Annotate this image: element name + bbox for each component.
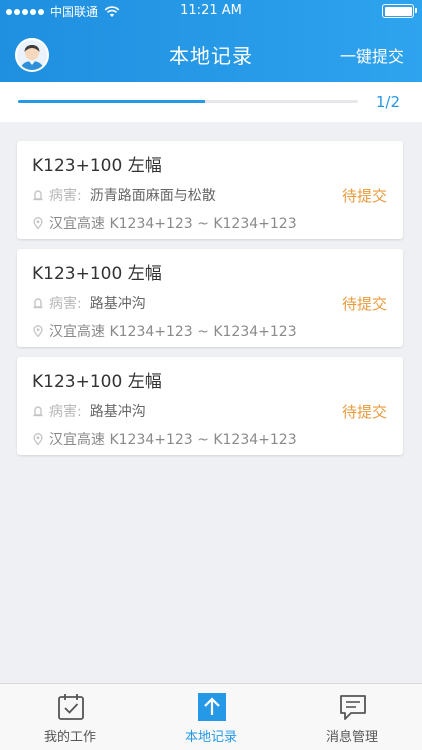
upload-progress: 1/2 (0, 82, 422, 122)
disease-value: 路基冲沟 (89, 404, 146, 420)
tab-label: 我的工作 (43, 730, 96, 745)
record-card[interactable]: K123+100 左幅 病害: 路基冲沟 待提交 汉宜高速 K1234+123 … (17, 249, 403, 347)
status-badge: 待提交 (341, 187, 387, 205)
status-badge: 待提交 (341, 295, 387, 313)
record-card[interactable]: K123+100 左幅 病害: 沥青路面麻面与松散 待提交 汉宜高速 K1234… (17, 141, 403, 239)
tab-label: 本地记录 (184, 730, 237, 745)
progress-fill (18, 100, 205, 103)
clock: 11:21 AM (180, 3, 242, 18)
record-title: K123+100 左幅 (32, 264, 162, 284)
record-title: K123+100 左幅 (32, 372, 162, 392)
status-bar: 中国联通 11:21 AM (0, 0, 422, 22)
tab-bar: 我的工作 本地记录 消息管理 (0, 683, 422, 750)
location-pin-icon (33, 325, 43, 337)
progress-track (18, 100, 358, 103)
upload-arrow-icon (198, 693, 226, 721)
route-range: 汉宜高速 K1234+123 ~ K1234+123 (49, 216, 297, 232)
disease-icon (33, 190, 43, 201)
route-range: 汉宜高速 K1234+123 ~ K1234+123 (49, 432, 297, 448)
status-badge: 待提交 (341, 403, 387, 421)
calendar-check-icon (58, 694, 84, 720)
location-pin-icon (33, 433, 43, 445)
submit-all-button[interactable]: 一键提交 (340, 43, 404, 67)
disease-label: 病害: (49, 404, 82, 420)
app-header: 中国联通 11:21 AM 本地记录 一键提交 (0, 0, 422, 82)
record-list: K123+100 左幅 病害: 沥青路面麻面与松散 待提交 汉宜高速 K1234… (17, 141, 403, 465)
tab-messages[interactable]: 消息管理 (282, 684, 422, 750)
battery-icon (382, 4, 417, 18)
record-title: K123+100 左幅 (32, 156, 162, 176)
disease-icon (33, 298, 43, 309)
location-pin-icon (33, 217, 43, 229)
disease-value: 沥青路面麻面与松散 (89, 188, 216, 204)
record-card[interactable]: K123+100 左幅 病害: 路基冲沟 待提交 汉宜高速 K1234+123 … (17, 357, 403, 455)
tab-local-records[interactable]: 本地记录 (141, 684, 281, 750)
disease-label: 病害: (49, 188, 82, 204)
tab-my-work[interactable]: 我的工作 (0, 684, 140, 750)
disease-value: 路基冲沟 (89, 296, 146, 312)
progress-count: 1/2 (375, 93, 400, 111)
disease-icon (33, 406, 43, 417)
route-range: 汉宜高速 K1234+123 ~ K1234+123 (49, 324, 297, 340)
message-icon (340, 695, 366, 720)
disease-label: 病害: (49, 296, 82, 312)
tab-label: 消息管理 (325, 730, 378, 745)
